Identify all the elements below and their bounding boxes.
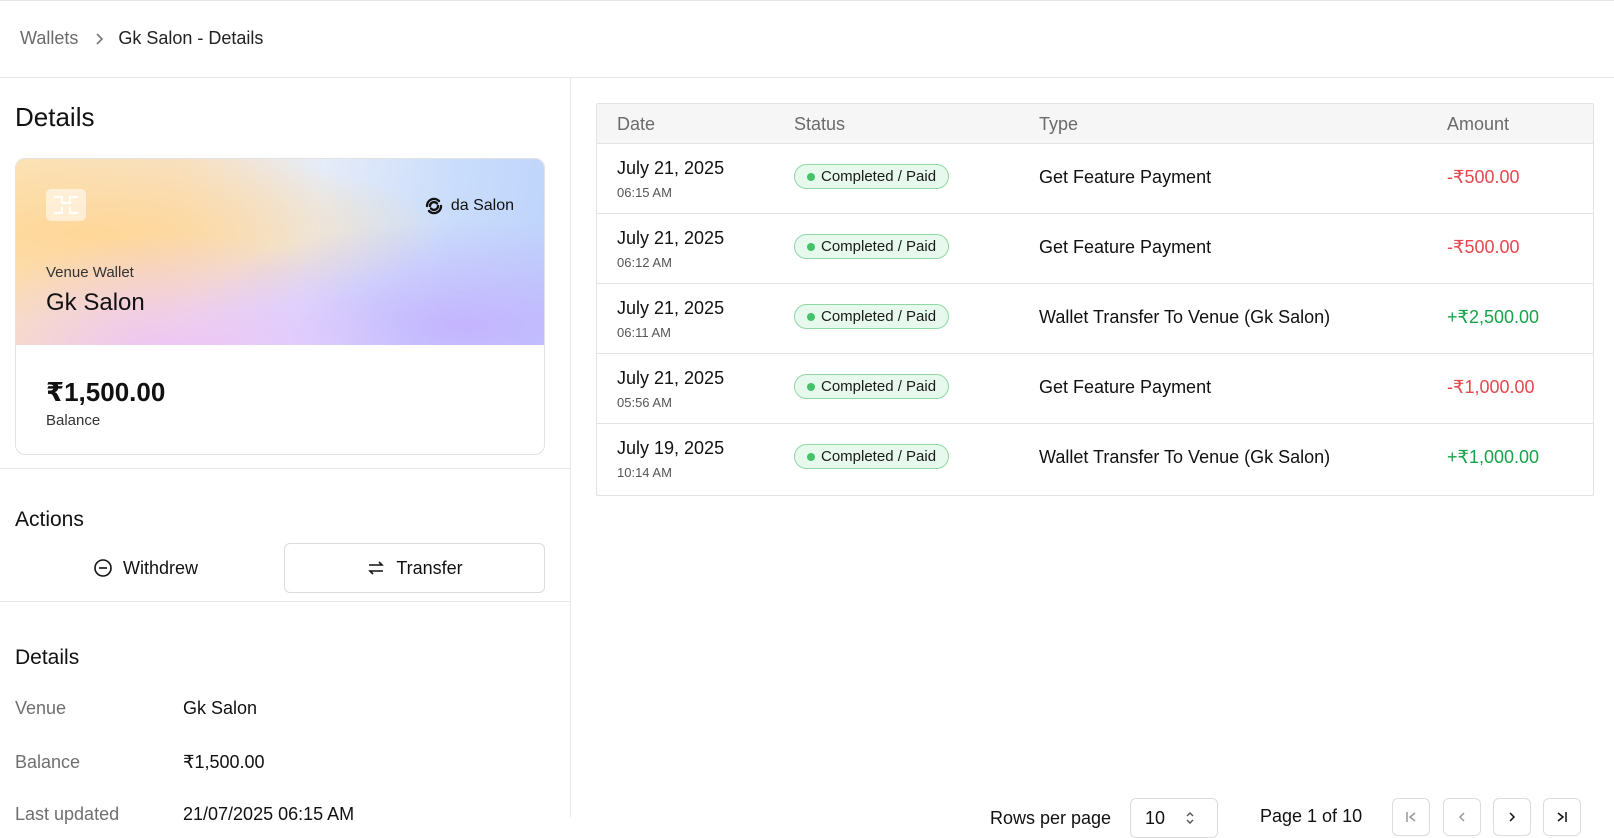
status-badge: Completed / Paid	[794, 444, 950, 469]
status-badge-label: Completed / Paid	[821, 238, 937, 255]
table-header: Date Status Type Amount	[597, 104, 1593, 144]
row-type: Get Feature Payment	[1039, 377, 1212, 397]
card-chip-icon	[46, 189, 86, 221]
row-amount: -₹500.00	[1447, 237, 1520, 257]
status-badge: Completed / Paid	[794, 234, 950, 259]
wallet-details-panel: Details da Salon Venue Wallet Gk Salon ₹…	[0, 78, 571, 824]
transfer-arrows-icon	[368, 561, 385, 575]
column-header-type[interactable]: Type	[1039, 114, 1078, 135]
row-type: Get Feature Payment	[1039, 167, 1212, 187]
status-dot-icon	[807, 313, 815, 321]
row-amount: -₹500.00	[1447, 167, 1520, 187]
breadcrumb-wallets-link[interactable]: Wallets	[20, 28, 78, 49]
row-time: 10:14 AM	[617, 465, 672, 480]
transfer-button[interactable]: Transfer	[284, 543, 545, 593]
first-page-button[interactable]	[1392, 798, 1430, 836]
row-date: July 21, 2025	[617, 368, 725, 388]
chevrons-up-down-icon	[1186, 812, 1194, 824]
column-header-amount[interactable]: Amount	[1447, 114, 1509, 135]
wallet-card: da Salon Venue Wallet Gk Salon ₹1,500.00…	[15, 158, 545, 455]
row-time: 06:11 AM	[617, 325, 671, 340]
panel-title: Details	[15, 102, 95, 132]
minus-circle-icon	[94, 559, 112, 577]
detail-value: 21/07/2025 06:15 AM	[183, 804, 355, 824]
transfer-button-label: Transfer	[396, 557, 463, 578]
wallet-balance-label: Balance	[46, 412, 101, 429]
next-page-button[interactable]	[1493, 798, 1531, 836]
breadcrumb-current: Gk Salon - Details	[118, 28, 264, 48]
rows-per-page-select[interactable]: 10	[1130, 798, 1218, 838]
actions-title: Actions	[15, 508, 84, 531]
wallet-balance-amount: ₹1,500.00	[46, 377, 166, 407]
withdraw-button-label: Withdrew	[122, 557, 198, 578]
detail-key: Venue	[15, 698, 67, 718]
table-row[interactable]: July 19, 2025 10:14 AM Completed / Paid …	[597, 424, 1593, 494]
wallet-card-header: da Salon Venue Wallet Gk Salon	[16, 159, 544, 345]
status-badge-label: Completed / Paid	[821, 168, 937, 185]
column-header-date[interactable]: Date	[617, 114, 655, 135]
row-amount: +₹1,000.00	[1447, 447, 1540, 467]
row-amount: +₹2,500.00	[1447, 307, 1540, 327]
row-type: Wallet Transfer To Venue (Gk Salon)	[1039, 307, 1331, 327]
chevron-right-icon	[1509, 812, 1516, 822]
detail-value: ₹1,500.00	[183, 752, 265, 772]
status-badge-label: Completed / Paid	[821, 448, 937, 465]
brand-swirl-icon	[425, 197, 443, 215]
row-date: July 19, 2025	[617, 438, 725, 458]
withdraw-button[interactable]: Withdrew	[15, 543, 276, 593]
table-row[interactable]: July 21, 2025 05:56 AM Completed / Paid …	[597, 354, 1593, 424]
chevrons-right-icon	[1557, 812, 1567, 822]
chevrons-left-icon	[1406, 812, 1416, 822]
detail-row-balance: Balance ₹1,500.00	[15, 752, 265, 773]
status-badge: Completed / Paid	[794, 374, 950, 399]
last-page-button[interactable]	[1543, 798, 1581, 836]
detail-value: Gk Salon	[183, 698, 258, 718]
status-dot-icon	[807, 383, 815, 391]
detail-key: Balance	[15, 752, 81, 772]
row-date: July 21, 2025	[617, 298, 725, 318]
section-divider	[0, 601, 570, 602]
table-row[interactable]: July 21, 2025 06:12 AM Completed / Paid …	[597, 214, 1593, 284]
rows-per-page-value: 10	[1145, 807, 1166, 828]
brand-logo: da Salon	[423, 195, 514, 217]
section-divider	[0, 468, 570, 469]
wallet-type-label: Venue Wallet	[46, 264, 134, 281]
rows-per-page-label: Rows per page	[990, 807, 1112, 828]
status-dot-icon	[807, 243, 815, 251]
status-dot-icon	[807, 453, 815, 461]
table-row[interactable]: July 21, 2025 06:15 AM Completed / Paid …	[597, 144, 1593, 214]
breadcrumb: Wallets Gk Salon - Details	[0, 0, 1614, 78]
row-time: 06:15 AM	[617, 185, 672, 200]
status-badge: Completed / Paid	[794, 164, 950, 189]
column-header-status[interactable]: Status	[794, 114, 845, 135]
status-dot-icon	[807, 173, 815, 181]
status-badge-label: Completed / Paid	[821, 378, 937, 395]
detail-row-last-updated: Last updated 21/07/2025 06:15 AM	[15, 804, 354, 825]
chevron-right-icon	[94, 32, 104, 46]
status-badge: Completed / Paid	[794, 304, 950, 329]
detail-row-venue: Venue Gk Salon	[15, 698, 257, 719]
wallet-venue-name: Gk Salon	[46, 289, 145, 316]
row-date: July 21, 2025	[617, 158, 725, 178]
row-type: Get Feature Payment	[1039, 237, 1212, 257]
detail-key: Last updated	[15, 804, 120, 824]
chevron-left-icon	[1458, 812, 1465, 822]
row-time: 05:56 AM	[617, 395, 672, 410]
transactions-table: Date Status Type Amount July 21, 2025 06…	[596, 103, 1594, 496]
row-date: July 21, 2025	[617, 228, 725, 248]
brand-name: da Salon	[450, 197, 514, 214]
details-section-title: Details	[15, 646, 80, 669]
previous-page-button[interactable]	[1443, 798, 1481, 836]
row-time: 06:12 AM	[617, 255, 672, 270]
status-badge-label: Completed / Paid	[821, 308, 937, 325]
row-type: Wallet Transfer To Venue (Gk Salon)	[1039, 447, 1331, 467]
table-row[interactable]: July 21, 2025 06:11 AM Completed / Paid …	[597, 284, 1593, 354]
row-amount: -₹1,000.00	[1447, 377, 1535, 397]
